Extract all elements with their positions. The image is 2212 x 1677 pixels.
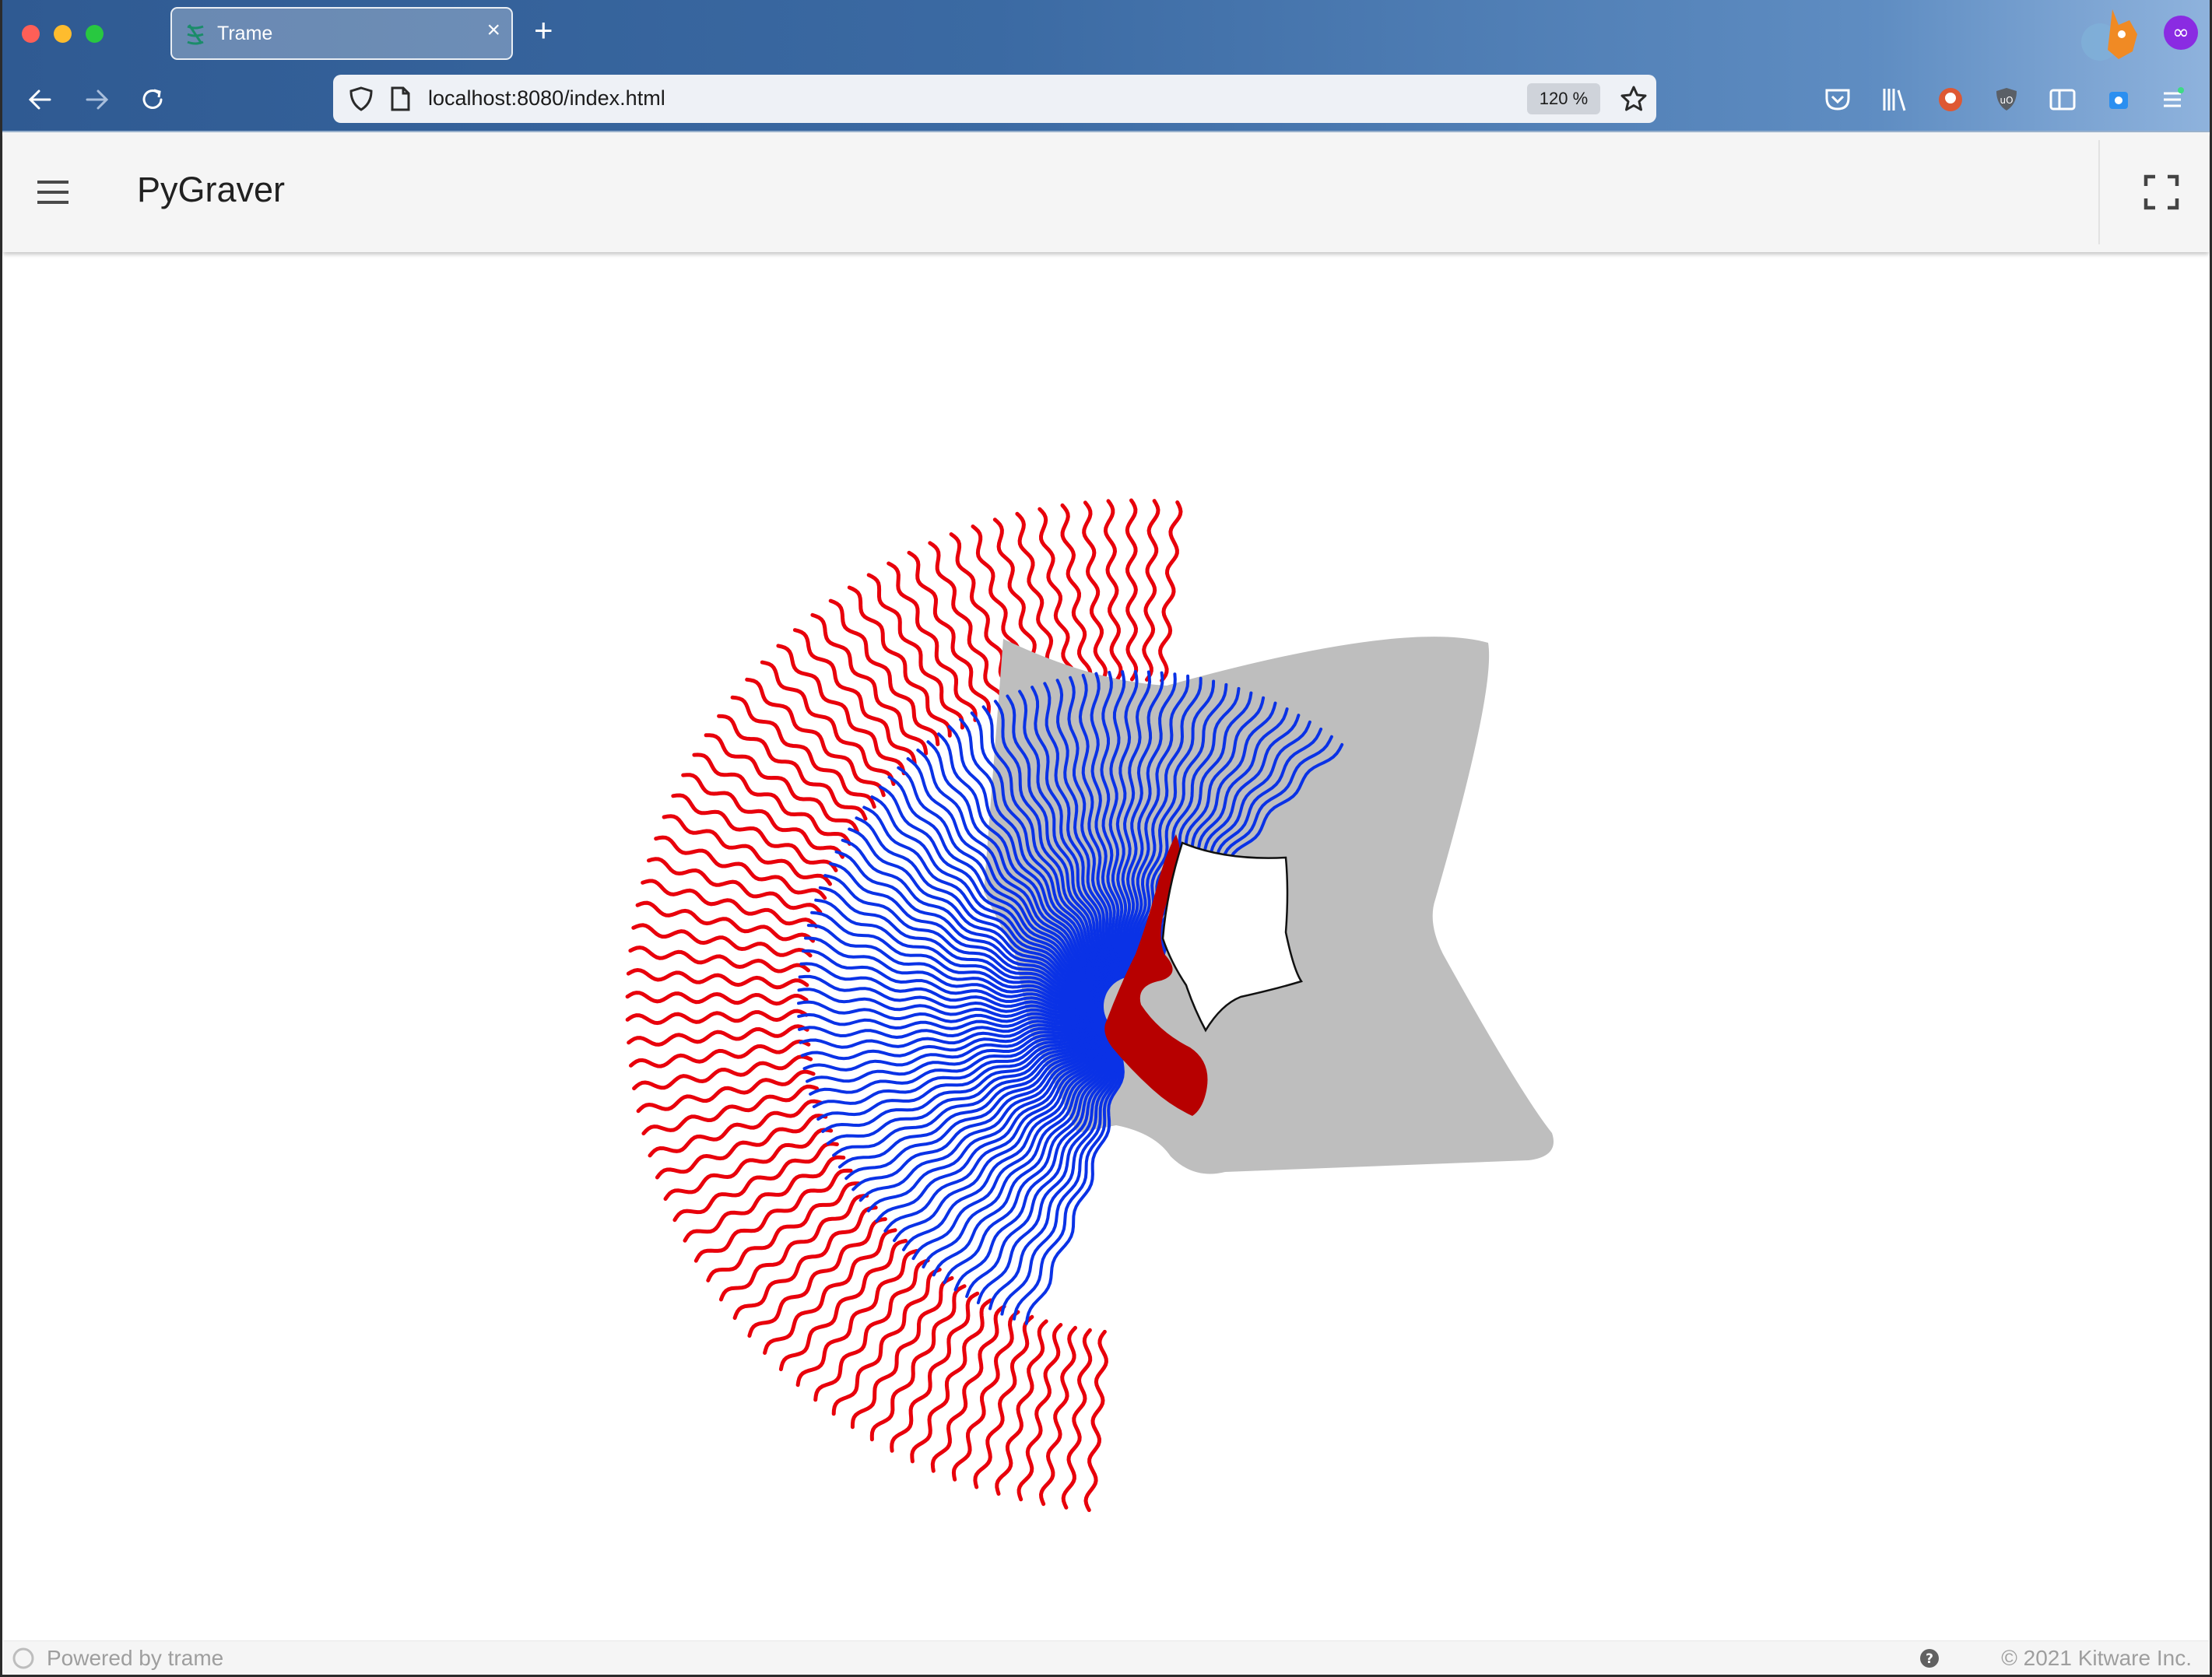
browser-chrome: Trame × + ∞ localhost:8080/index.html 12… bbox=[0, 0, 2212, 132]
forward-icon bbox=[86, 89, 109, 110]
svg-text:uO: uO bbox=[2000, 95, 2013, 106]
pocket-icon[interactable] bbox=[1822, 84, 1853, 115]
page-icon[interactable] bbox=[388, 86, 413, 112]
library-icon[interactable] bbox=[1879, 84, 1910, 115]
app-toolbar: PyGraver bbox=[3, 132, 2209, 252]
render-view[interactable] bbox=[3, 254, 2209, 1639]
reload-icon[interactable] bbox=[135, 82, 170, 117]
back-icon[interactable] bbox=[23, 82, 58, 117]
fullscreen-icon[interactable] bbox=[2142, 173, 2181, 212]
overflow-menu-icon[interactable] bbox=[2159, 84, 2186, 115]
red-wave-line bbox=[1142, 499, 1160, 682]
bookmark-star-icon[interactable] bbox=[1619, 84, 1648, 114]
help-circle-icon[interactable]: ? bbox=[1919, 1648, 1940, 1668]
red-wave-line bbox=[1125, 498, 1139, 682]
firefox-mascot-icon: ∞ bbox=[2081, 9, 2198, 61]
hamburger-menu-icon[interactable] bbox=[34, 174, 72, 210]
ublock-icon[interactable]: uO bbox=[1991, 84, 2022, 115]
red-wave-line bbox=[717, 714, 868, 821]
powered-by-text: Powered by trame bbox=[47, 1646, 224, 1670]
new-tab-button[interactable]: + bbox=[534, 14, 553, 47]
svg-text:?: ? bbox=[1926, 1651, 1933, 1667]
copyright-text: © 2021 Kitware Inc. bbox=[2001, 1646, 2192, 1670]
red-wave-line bbox=[636, 1069, 816, 1114]
shield-icon[interactable] bbox=[347, 85, 375, 113]
minimize-window-button[interactable] bbox=[54, 25, 72, 43]
red-wave-line bbox=[625, 991, 809, 1006]
red-wave-line bbox=[763, 1228, 897, 1355]
zoom-badge[interactable]: 120 % bbox=[1527, 83, 1600, 114]
url-bar[interactable]: localhost:8080/index.html 120 % bbox=[333, 75, 1656, 123]
app-title: PyGraver bbox=[137, 170, 286, 209]
red-wave-line bbox=[662, 814, 832, 886]
red-wave-line bbox=[692, 753, 851, 846]
tab-close-icon[interactable]: × bbox=[486, 19, 500, 42]
red-wave-line bbox=[1060, 503, 1093, 685]
trame-favicon-icon bbox=[187, 24, 204, 45]
tab-title: Trame bbox=[217, 23, 273, 44]
duckduckgo-icon[interactable] bbox=[1935, 84, 1966, 115]
trame-logo-icon bbox=[12, 1647, 34, 1669]
red-wave-line bbox=[730, 695, 876, 809]
red-wave-line bbox=[625, 1009, 809, 1026]
red-wave-line bbox=[1103, 499, 1123, 682]
svg-text:∞: ∞ bbox=[2172, 21, 2189, 44]
red-wave-line bbox=[850, 1275, 954, 1430]
zoom-window-button[interactable] bbox=[86, 25, 104, 43]
red-wave-line bbox=[1061, 1328, 1093, 1510]
toolbar-divider bbox=[2098, 140, 2100, 244]
app-footer: Powered by trame ? © 2021 Kitware Inc. bbox=[3, 1640, 2209, 1675]
red-wave-line bbox=[795, 1249, 919, 1388]
red-wave-line bbox=[869, 1284, 967, 1442]
red-wave-line bbox=[776, 644, 906, 776]
browser-tab[interactable]: Trame × bbox=[170, 7, 513, 60]
tab-strip: Trame × + ∞ bbox=[0, 0, 2212, 67]
red-wave-line bbox=[1082, 500, 1108, 683]
red-wave-line bbox=[831, 1268, 942, 1416]
sidebar-icon[interactable] bbox=[2047, 84, 2078, 115]
url-text[interactable]: localhost:8080/index.html bbox=[428, 86, 665, 111]
container-icon[interactable] bbox=[2103, 84, 2134, 115]
red-wave-line bbox=[628, 946, 810, 974]
red-wave-line bbox=[704, 733, 859, 833]
red-wave-line bbox=[627, 1024, 809, 1047]
red-wave-line bbox=[681, 773, 844, 859]
red-wave-line bbox=[1158, 500, 1183, 683]
navigation-bar: localhost:8080/index.html 120 % uO bbox=[0, 67, 2212, 131]
close-window-button[interactable] bbox=[22, 25, 40, 43]
